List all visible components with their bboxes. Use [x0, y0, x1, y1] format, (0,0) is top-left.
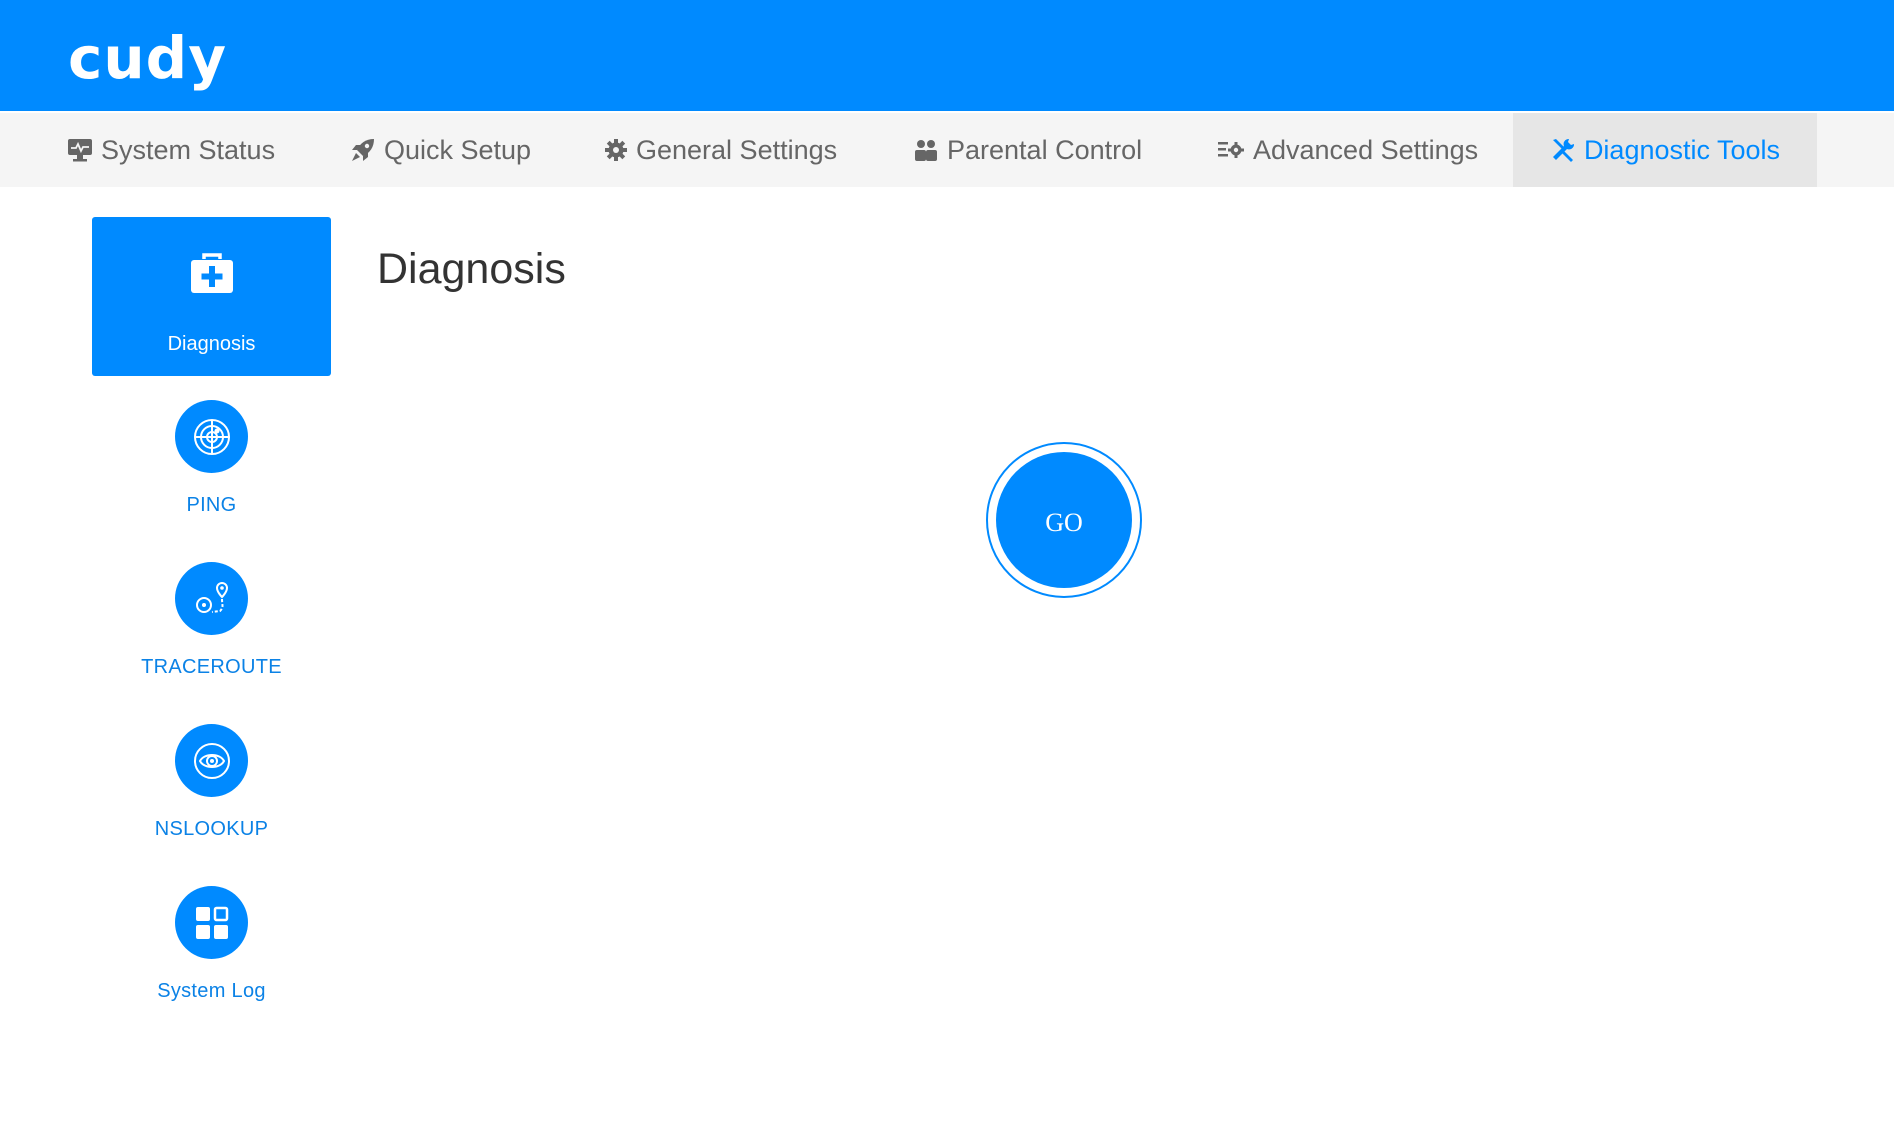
header-bar: cudy: [0, 0, 1894, 111]
nav-label: Advanced Settings: [1253, 134, 1479, 165]
wrench-screwdriver-icon: [1550, 137, 1576, 163]
nav-label: Parental Control: [947, 134, 1143, 165]
nav-item-parental-control[interactable]: Parental Control: [913, 113, 1142, 187]
sidebar-item-system-log[interactable]: System Log: [92, 886, 331, 1026]
rocket-icon: [350, 137, 376, 163]
grid-icon: [175, 886, 248, 959]
nav-label: System Status: [101, 134, 276, 165]
radar-icon: [175, 400, 248, 473]
nav-item-diagnostic-tools[interactable]: Diagnostic Tools: [1513, 113, 1817, 187]
sidebar-item-ping[interactable]: PING: [92, 400, 331, 540]
sidebar-item-label: NSLOOKUP: [154, 818, 269, 840]
nav-label: Diagnostic Tools: [1583, 134, 1781, 165]
sidebar-item-diagnosis[interactable]: Diagnosis: [92, 217, 331, 376]
cudy-logo[interactable]: cudy: [68, 18, 227, 98]
monitor-icon: [67, 138, 93, 162]
sidebar-item-label: Diagnosis: [167, 333, 256, 355]
sidebar-item-traceroute[interactable]: TRACEROUTE: [92, 562, 331, 702]
sidebar-item-nslookup[interactable]: NSLOOKUP: [92, 724, 331, 864]
medkit-icon: [189, 251, 235, 300]
sliders-gear-icon: [1217, 139, 1245, 161]
nav-item-advanced-settings[interactable]: Advanced Settings: [1217, 113, 1478, 187]
sidebar-item-label: PING: [186, 494, 237, 516]
eye-target-icon: [175, 724, 248, 797]
go-button[interactable]: GO: [996, 452, 1132, 588]
nav-label: Quick Setup: [384, 134, 532, 165]
gear-icon: [604, 138, 628, 162]
nav-label: General Settings: [636, 134, 838, 165]
nav-item-general-settings[interactable]: General Settings: [604, 113, 837, 187]
page-title: Diagnosis: [377, 245, 566, 293]
top-nav: System Status Quick Setup General Settin…: [0, 113, 1894, 187]
route-pin-icon: [175, 562, 248, 635]
users-icon: [913, 138, 939, 162]
nav-item-quick-setup[interactable]: Quick Setup: [350, 113, 531, 187]
sidebar-item-label: System Log: [157, 980, 266, 1002]
sidebar-item-label: TRACEROUTE: [141, 656, 282, 678]
nav-item-system-status[interactable]: System Status: [67, 113, 275, 187]
